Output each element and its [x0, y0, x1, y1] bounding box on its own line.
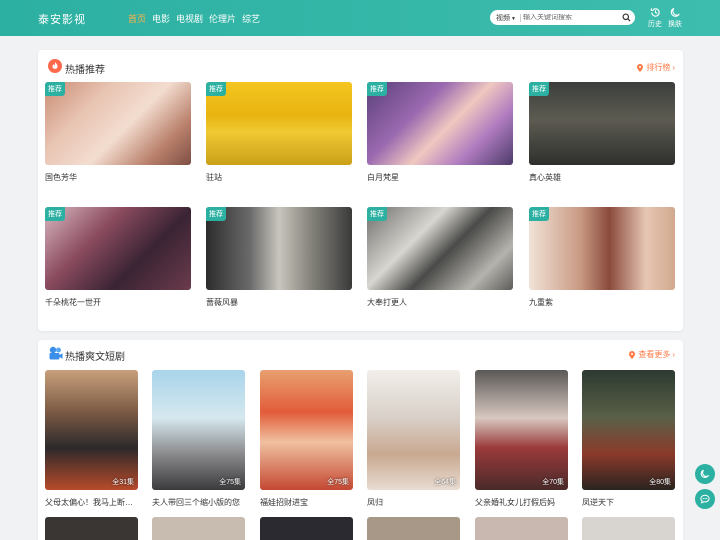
poster-image[interactable]: 推荐: [367, 207, 513, 290]
poster-image[interactable]: 全64集: [367, 370, 460, 490]
main-nav: 首页 电影 电视剧 伦理片 综艺: [128, 12, 266, 25]
location-pin-icon: [629, 350, 636, 359]
moon-icon: [700, 469, 709, 478]
recommend-tag: 推荐: [529, 207, 549, 221]
poster-image[interactable]: 全75集: [152, 370, 245, 490]
location-pin-icon: [637, 63, 644, 72]
see-more-link[interactable]: 查看更多 ›: [629, 349, 675, 360]
card-title[interactable]: 父亲婚礼女儿打假后妈: [475, 497, 568, 508]
poster-image-partial[interactable]: [45, 517, 138, 540]
history-label: 历史: [648, 21, 662, 28]
search-bar: 视频▼: [490, 10, 635, 25]
poster-image[interactable]: 推荐: [206, 207, 352, 290]
episode-count: 全70集: [542, 479, 564, 486]
poster-image[interactable]: 推荐: [45, 207, 191, 290]
poster-image-partial[interactable]: [367, 517, 460, 540]
episode-count: 全80集: [649, 479, 671, 486]
card-title[interactable]: 蔷薇风暴: [206, 297, 352, 308]
nav-item-variety[interactable]: 综艺: [242, 12, 260, 25]
chevron-right-icon: ›: [672, 350, 675, 359]
episode-count: 全75集: [327, 479, 349, 486]
search-icon[interactable]: [622, 13, 631, 24]
recommend-tag: 推荐: [45, 207, 65, 221]
fire-icon: [48, 59, 62, 75]
recommend-tag: 推荐: [45, 82, 65, 96]
card-title[interactable]: 驻站: [206, 172, 352, 183]
card-title[interactable]: 凤归: [367, 497, 460, 508]
search-category-label: 视频: [496, 14, 510, 22]
poster-image[interactable]: 全70集: [475, 370, 568, 490]
card-title[interactable]: 真心英雄: [529, 172, 675, 183]
history-icon: [650, 8, 660, 17]
card-title[interactable]: 凤逆天下: [582, 497, 675, 508]
episode-count: 全31集: [112, 479, 134, 486]
nav-item-ethics[interactable]: 伦理片: [209, 12, 236, 25]
poster-image[interactable]: 推荐: [529, 207, 675, 290]
poster-image[interactable]: 全31集: [45, 370, 138, 490]
chevron-down-icon: ▼: [511, 15, 516, 22]
ranking-link[interactable]: 排行榜 ›: [637, 62, 675, 73]
card-title[interactable]: 九重紫: [529, 297, 675, 308]
card-title[interactable]: 千朵桃花一世开: [45, 297, 191, 308]
nav-item-movies[interactable]: 电影: [152, 12, 170, 25]
poster-image-partial[interactable]: [152, 517, 245, 540]
episode-count: 全75集: [219, 479, 241, 486]
card-title[interactable]: 白月梵星: [367, 172, 513, 183]
skin-label: 换肤: [668, 21, 682, 28]
poster-image[interactable]: 推荐: [206, 82, 352, 165]
recommend-tag: 推荐: [529, 82, 549, 96]
history-button[interactable]: 历史: [646, 7, 664, 29]
skin-button[interactable]: 换肤: [666, 7, 684, 29]
panel-title-hot: 热播推荐: [65, 65, 105, 76]
recommend-tag: 推荐: [206, 82, 226, 96]
top-header: 泰安影视 首页 电影 电视剧 伦理片 综艺 视频▼ 历史 换肤: [0, 0, 720, 36]
recommend-tag: 推荐: [367, 82, 387, 96]
poster-image[interactable]: 推荐: [367, 82, 513, 165]
nav-item-home[interactable]: 首页: [128, 12, 146, 25]
chevron-right-icon: ›: [672, 63, 675, 72]
panel-title-short: 热播爽文短剧: [65, 352, 125, 363]
search-category-select[interactable]: 视频▼: [490, 13, 518, 23]
poster-image[interactable]: 全80集: [582, 370, 675, 490]
poster-image-partial[interactable]: [260, 517, 353, 540]
see-more-label: 查看更多: [638, 350, 671, 359]
chat-bubble-icon: [700, 494, 710, 504]
moon-icon: [670, 7, 680, 17]
poster-image[interactable]: 推荐: [45, 82, 191, 165]
recommend-tag: 推荐: [206, 207, 226, 221]
site-logo[interactable]: 泰安影视: [38, 11, 86, 27]
theme-toggle-button[interactable]: [695, 464, 715, 484]
card-title[interactable]: 父母太偏心！我马上断亲爆身份: [45, 497, 138, 508]
card-title[interactable]: 国色芳华: [45, 172, 191, 183]
poster-image-partial[interactable]: [582, 517, 675, 540]
recommend-tag: 推荐: [367, 207, 387, 221]
card-title[interactable]: 大奉打更人: [367, 297, 513, 308]
search-input[interactable]: [523, 14, 618, 21]
card-title[interactable]: 福娃招财进宝: [260, 497, 353, 508]
poster-image[interactable]: 全75集: [260, 370, 353, 490]
episode-count: 全64集: [434, 479, 456, 486]
video-camera-icon: [48, 345, 64, 363]
poster-image-partial[interactable]: [475, 517, 568, 540]
feedback-button[interactable]: [695, 489, 715, 509]
search-divider: [520, 13, 521, 22]
card-title[interactable]: 夫人带回三个缩小版的您: [152, 497, 245, 508]
poster-image[interactable]: 推荐: [529, 82, 675, 165]
ranking-link-label: 排行榜: [646, 63, 671, 72]
nav-item-tv[interactable]: 电视剧: [176, 12, 203, 25]
